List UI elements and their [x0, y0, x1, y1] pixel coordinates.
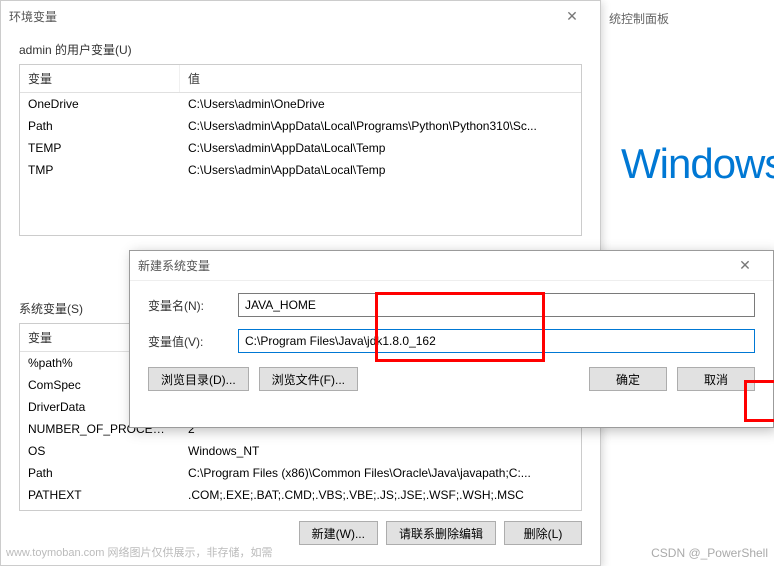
user-vars-label: admin 的用户变量(U) [1, 31, 600, 64]
close-icon[interactable]: ✕ [725, 252, 765, 280]
close-icon[interactable]: ✕ [552, 2, 592, 30]
edit-button[interactable]: 请联系删除编辑 [386, 521, 496, 545]
var-name-label: 变量名(N): [148, 297, 238, 314]
table-row[interactable]: PathC:\Program Files (x86)\Common Files\… [20, 462, 581, 484]
table-row[interactable]: TEMPC:\Users\admin\AppData\Local\Temp [20, 137, 581, 159]
col-value[interactable]: 值 [180, 65, 581, 92]
windows-logo-text: Windows [621, 140, 774, 188]
bg-panel-title: 统控制面板 [601, 0, 774, 37]
watermark-right: CSDN @_PowerShell [651, 546, 768, 560]
table-row[interactable]: OneDriveC:\Users\admin\OneDrive [20, 93, 581, 115]
cell-var-name: TEMP [20, 137, 180, 159]
cell-var-name: TMP [20, 159, 180, 181]
cell-var-name: Path [20, 462, 180, 484]
table-row[interactable]: TMPC:\Users\admin\AppData\Local\Temp [20, 159, 581, 181]
var-value-row: 变量值(V): [130, 329, 773, 353]
new-sysvar-dialog: 新建系统变量 ✕ 变量名(N): 变量值(V): 浏览目录(D)... 浏览文件… [129, 250, 774, 428]
col-variable[interactable]: 变量 [20, 65, 180, 92]
user-vars-table: 变量 值 OneDriveC:\Users\admin\OneDrivePath… [19, 64, 582, 236]
cell-var-value: C:\Users\admin\AppData\Local\Temp [180, 137, 581, 159]
cell-var-value: C:\Users\admin\OneDrive [180, 93, 581, 115]
new-titlebar: 新建系统变量 ✕ [130, 251, 773, 281]
env-titlebar: 环境变量 ✕ [1, 1, 600, 31]
watermark-left: www.toymoban.com 网络图片仅供展示，非存储，如需 [6, 544, 272, 560]
cell-var-name: PATHEXT [20, 484, 180, 506]
var-value-label: 变量值(V): [148, 333, 238, 350]
cell-var-value: Windows_NT [180, 440, 581, 462]
cell-var-name: OneDrive [20, 93, 180, 115]
cancel-button[interactable]: 取消 [677, 367, 755, 391]
browse-file-button[interactable]: 浏览文件(F)... [259, 367, 358, 391]
cell-var-value: .COM;.EXE;.BAT;.CMD;.VBS;.VBE;.JS;.JSE;.… [180, 484, 581, 506]
cell-var-name: Path [20, 115, 180, 137]
browse-dir-button[interactable]: 浏览目录(D)... [148, 367, 249, 391]
table-header: 变量 值 [20, 65, 581, 93]
table-row[interactable]: OSWindows_NT [20, 440, 581, 462]
var-value-input[interactable] [238, 329, 755, 353]
cell-var-value: C:\Program Files (x86)\Common Files\Orac… [180, 462, 581, 484]
var-name-input[interactable] [238, 293, 755, 317]
var-name-row: 变量名(N): [130, 293, 773, 317]
cell-var-value: C:\Users\admin\AppData\Local\Programs\Py… [180, 115, 581, 137]
ok-button[interactable]: 确定 [589, 367, 667, 391]
new-title: 新建系统变量 [138, 257, 210, 274]
table-row[interactable]: PathC:\Users\admin\AppData\Local\Program… [20, 115, 581, 137]
table-row[interactable]: PATHEXT.COM;.EXE;.BAT;.CMD;.VBS;.VBE;.JS… [20, 484, 581, 506]
cell-var-name: OS [20, 440, 180, 462]
new-dialog-buttons: 浏览目录(D)... 浏览文件(F)... 确定 取消 [130, 353, 773, 391]
env-title: 环境变量 [9, 8, 57, 25]
sys-button-row: 新建(W)... 请联系删除编辑 删除(L) [19, 521, 582, 545]
new-button[interactable]: 新建(W)... [299, 521, 378, 545]
cell-var-value: C:\Users\admin\AppData\Local\Temp [180, 159, 581, 181]
delete-button[interactable]: 删除(L) [504, 521, 582, 545]
